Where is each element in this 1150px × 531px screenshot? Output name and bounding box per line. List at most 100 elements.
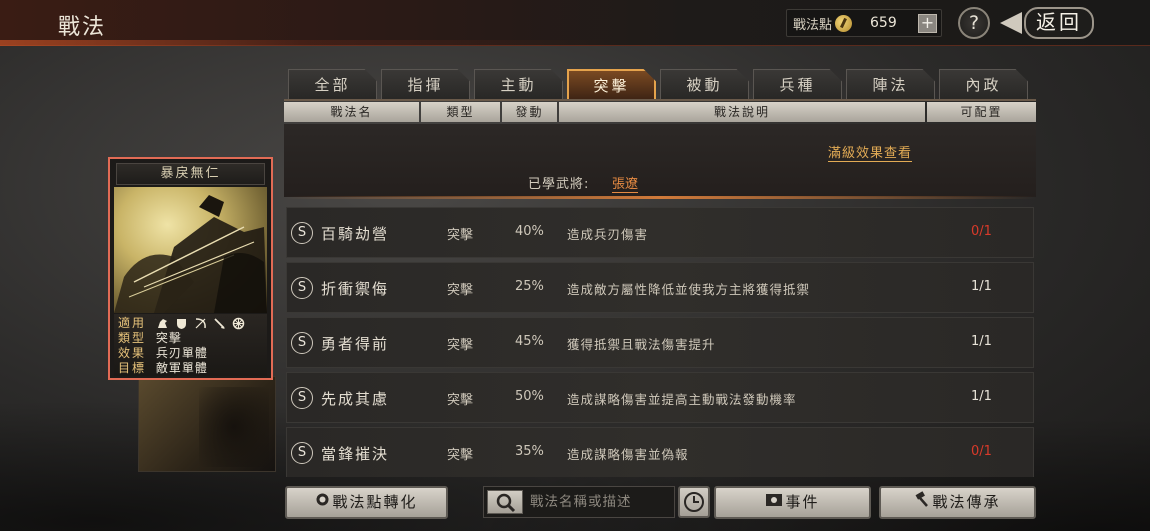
tab-underline: [284, 99, 1036, 101]
add-points-button[interactable]: +: [918, 14, 937, 33]
tab-command[interactable]: 指揮: [381, 69, 470, 100]
back-arrow-icon: [1000, 12, 1022, 34]
grade-badge: S: [291, 332, 313, 354]
tactic-description: 造成謀略傷害並偽報: [567, 447, 689, 462]
tactic-points-label: 戰法點: [793, 17, 833, 33]
tab-all[interactable]: 全部: [288, 69, 377, 100]
column-header-description: 戰法說明: [559, 102, 925, 122]
tactic-list: S 百騎劫營 突擊 40% 造成兵刃傷害 0/1 S 折衝禦侮 突擊 25% 造…: [286, 207, 1036, 477]
spear-icon: [213, 317, 226, 330]
tactic-rate: 35%: [515, 444, 544, 459]
tactic-inherit-button[interactable]: 戰法傳承: [879, 486, 1036, 519]
tactic-name: 百騎劫營: [321, 225, 390, 243]
tactic-name: 勇者得前: [321, 335, 390, 353]
tactic-rate: 50%: [515, 389, 544, 404]
column-header-configurable[interactable]: 可配置: [927, 102, 1036, 122]
card-title: 暴戾無仁: [116, 163, 265, 185]
card-art: [114, 187, 267, 313]
column-header-rate[interactable]: 發動: [502, 102, 557, 122]
selected-tactic-card[interactable]: 暴戾無仁 適用 類型 突擊 效果 兵刃單體 目標 敵軍單體: [108, 157, 273, 380]
tactic-type: 突擊: [447, 283, 474, 298]
tactic-configurable-count: 1/1: [971, 389, 992, 404]
search-input[interactable]: [530, 492, 670, 512]
history-button[interactable]: [678, 486, 710, 518]
tactic-configurable-count: 0/1: [971, 444, 992, 459]
convert-points-label: 戰法點轉化: [332, 493, 418, 511]
search-button[interactable]: [487, 490, 523, 514]
card-effect-value: 兵刃單體: [155, 346, 208, 360]
tab-formation[interactable]: 陣法: [846, 69, 935, 100]
tactic-type: 突擊: [447, 448, 474, 463]
search-bar: [483, 486, 675, 518]
card-stats: 適用 類型 突擊 效果 兵刃單體 目標 敵軍單體: [114, 314, 267, 376]
tactic-type: 突擊: [447, 393, 474, 408]
search-icon: [496, 493, 516, 513]
tab-active[interactable]: 主動: [474, 69, 563, 100]
info-divider-glow: [284, 196, 1036, 199]
card-type-value: 突擊: [155, 331, 182, 345]
grade-badge: S: [291, 277, 313, 299]
page-title: 戰法: [58, 15, 107, 40]
table-row[interactable]: S 先成其慮 突擊 50% 造成謀略傷害並提高主動戰法發動機率 1/1: [286, 372, 1034, 423]
back-button[interactable]: 返回: [1000, 7, 1098, 39]
cavalry-charge-illustration: [114, 195, 267, 313]
tactic-name: 先成其慮: [321, 390, 390, 408]
wheel-icon: [232, 317, 245, 330]
event-button[interactable]: 事件: [714, 486, 871, 519]
category-tabs: 全部 指揮 主動 突擊 被動 兵種 陣法 內政: [288, 69, 1028, 101]
column-header-type[interactable]: 類型: [421, 102, 500, 122]
card-apply-key: 適用: [118, 316, 147, 330]
back-button-label: 返回: [1024, 7, 1094, 39]
tactic-description: 造成兵刃傷害: [567, 227, 649, 242]
card-target-key: 目標: [118, 361, 147, 375]
card-effect-key: 效果: [118, 346, 147, 360]
tactic-description: 造成敵方屬性降低並使我方主將獲得抵禦: [567, 282, 811, 297]
tactic-inherit-label: 戰法傳承: [932, 493, 1001, 511]
card-effect-row: 效果 兵刃單體: [118, 346, 208, 361]
tactic-type: 突擊: [447, 338, 474, 353]
table-header: 戰法名 類型 發動 戰法說明 可配置: [284, 102, 1036, 122]
table-row[interactable]: S 折衝禦侮 突擊 25% 造成敵方屬性降低並使我方主將獲得抵禦 1/1: [286, 262, 1034, 313]
convert-points-button[interactable]: 戰法點轉化: [285, 486, 448, 519]
tactic-configurable-count: 0/1: [971, 224, 992, 239]
grade-badge: S: [291, 222, 313, 244]
learned-general-link[interactable]: 張遼: [612, 173, 639, 193]
tactic-points-display: 戰法點 659 +: [786, 9, 942, 37]
help-button[interactable]: ?: [958, 7, 990, 39]
event-ticket-icon: [765, 488, 783, 517]
card-target-value: 敵軍單體: [155, 361, 208, 375]
table-row[interactable]: S 當鋒摧決 突擊 35% 造成謀略傷害並偽報 0/1: [286, 427, 1034, 477]
shield-icon: [175, 317, 188, 330]
tab-troop-type[interactable]: 兵種: [753, 69, 842, 100]
learned-general-label: 已學武將:: [528, 177, 590, 192]
tactic-configurable-count: 1/1: [971, 334, 992, 349]
card-apply-row: 適用: [118, 316, 245, 331]
tactic-description: 獲得抵禦且戰法傷害提升: [567, 337, 716, 352]
tactic-type: 突擊: [447, 228, 474, 243]
selected-tactic-info: [284, 124, 1036, 197]
tab-internal-affairs[interactable]: 內政: [939, 69, 1028, 100]
tab-passive[interactable]: 被動: [660, 69, 749, 100]
grade-badge: S: [291, 442, 313, 464]
tactic-rate: 40%: [515, 224, 544, 239]
table-row[interactable]: S 勇者得前 突擊 45% 獲得抵禦且戰法傷害提升 1/1: [286, 317, 1034, 368]
card-stack-back: [138, 376, 276, 472]
tactic-rate: 25%: [515, 279, 544, 294]
tactic-points-icon: [835, 14, 853, 32]
event-label: 事件: [785, 493, 820, 511]
tactic-configurable-count: 1/1: [971, 279, 992, 294]
recycle-icon: [315, 488, 330, 517]
clock-icon: [684, 492, 704, 512]
full-level-effect-link[interactable]: 滿級效果查看: [828, 142, 913, 162]
column-header-name[interactable]: 戰法名: [284, 102, 419, 122]
tactic-name: 折衝禦侮: [321, 280, 390, 298]
tactic-name: 當鋒摧決: [321, 445, 390, 463]
grade-badge: S: [291, 387, 313, 409]
card-type-key: 類型: [118, 331, 147, 345]
card-target-row: 目標 敵軍單體: [118, 361, 208, 376]
card-type-row: 類型 突擊: [118, 331, 182, 346]
tactic-description: 造成謀略傷害並提高主動戰法發動機率: [567, 392, 797, 407]
tab-assault[interactable]: 突擊: [567, 69, 656, 100]
table-row[interactable]: S 百騎劫營 突擊 40% 造成兵刃傷害 0/1: [286, 207, 1034, 258]
tactic-rate: 45%: [515, 334, 544, 349]
